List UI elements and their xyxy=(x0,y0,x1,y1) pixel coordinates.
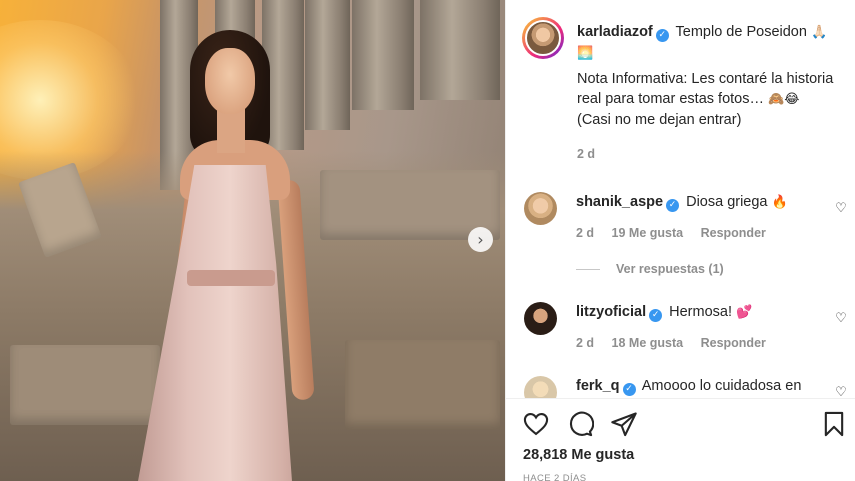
likes-count[interactable]: 28,818 Me gusta xyxy=(523,447,634,463)
post-actions xyxy=(522,408,847,440)
commenter-avatar[interactable] xyxy=(524,302,557,335)
comment-text: Hermosa! xyxy=(669,304,732,320)
commenter-avatar[interactable] xyxy=(524,376,557,398)
view-replies-label: Ver respuestas (1) xyxy=(616,262,724,276)
temple-column xyxy=(352,0,414,110)
comment-emoji: 💕 xyxy=(736,305,753,320)
comment-meta: 2 d 19 Me gusta Responder xyxy=(576,226,780,240)
next-photo-button[interactable]: › xyxy=(468,227,493,252)
comment-icon[interactable] xyxy=(566,410,594,438)
caption-body-emoji: 🙈😂 xyxy=(768,92,800,107)
reply-button[interactable]: Responder xyxy=(701,226,766,240)
heart-icon[interactable]: ♡ xyxy=(834,386,848,399)
view-replies-button[interactable]: Ver respuestas (1) xyxy=(576,262,724,276)
heart-icon[interactable] xyxy=(522,410,550,438)
post-age[interactable]: 2 d xyxy=(577,144,842,164)
comment-username[interactable]: shanik_aspe xyxy=(576,194,663,210)
verified-badge-icon: ✓ xyxy=(649,309,663,322)
comment-text: Diosa griega xyxy=(686,194,768,210)
stone-block xyxy=(345,340,500,430)
comment-body: shanik_aspe ✓ Diosa griega 🔥 xyxy=(576,194,788,212)
heart-icon[interactable]: ♡ xyxy=(834,202,848,216)
share-icon[interactable] xyxy=(610,410,638,438)
replies-divider xyxy=(576,269,600,271)
caption-footer: (Casi no me dejan entrar) xyxy=(577,112,742,128)
reply-button[interactable]: Responder xyxy=(701,336,766,350)
comment-emoji: 🔥 xyxy=(771,195,788,210)
heart-icon[interactable]: ♡ xyxy=(834,312,848,326)
post-detail-panel: karladiazof ✓ Templo de Poseidon 🙏🏻🌅 Nota… xyxy=(505,0,855,481)
comment-username[interactable]: litzyoficial xyxy=(576,304,646,320)
comment-age[interactable]: 2 d xyxy=(576,336,594,350)
comment-meta: 2 d 18 Me gusta Responder xyxy=(576,336,780,350)
comment-body: litzyoficial ✓ Hermosa! 💕 xyxy=(576,304,752,322)
caption-title: Templo de Poseidon xyxy=(675,24,807,40)
temple-column xyxy=(420,0,500,100)
post-photo[interactable]: › xyxy=(0,0,505,481)
bookmark-icon[interactable] xyxy=(820,410,848,438)
verified-badge-icon: ✓ xyxy=(655,29,669,42)
post-caption: karladiazof ✓ Templo de Poseidon 🙏🏻🌅 Nota… xyxy=(577,22,842,164)
comment-age[interactable]: 2 d xyxy=(576,226,594,240)
comment-likes[interactable]: 19 Me gusta xyxy=(612,226,684,240)
comment-username[interactable]: ferk_q xyxy=(576,378,620,394)
author-avatar[interactable] xyxy=(522,17,564,59)
verified-badge-icon: ✓ xyxy=(666,199,680,212)
comment-likes[interactable]: 18 Me gusta xyxy=(612,336,684,350)
commenter-avatar[interactable] xyxy=(524,192,557,225)
woman-in-dress xyxy=(125,30,345,481)
author-username[interactable]: karladiazof xyxy=(577,24,653,40)
chevron-right-icon: › xyxy=(477,230,484,249)
post-timestamp[interactable]: HACE 2 DÍAS xyxy=(523,473,587,481)
comment-body: ferk_q ✓ Amoooo lo cuidadosa en xyxy=(576,378,801,396)
verified-badge-icon: ✓ xyxy=(622,383,636,396)
comment-item: ferk_q ✓ Amoooo lo cuidadosa en ♡ xyxy=(506,376,855,398)
action-divider xyxy=(506,398,855,399)
comment-text: Amoooo lo cuidadosa en xyxy=(641,378,802,394)
